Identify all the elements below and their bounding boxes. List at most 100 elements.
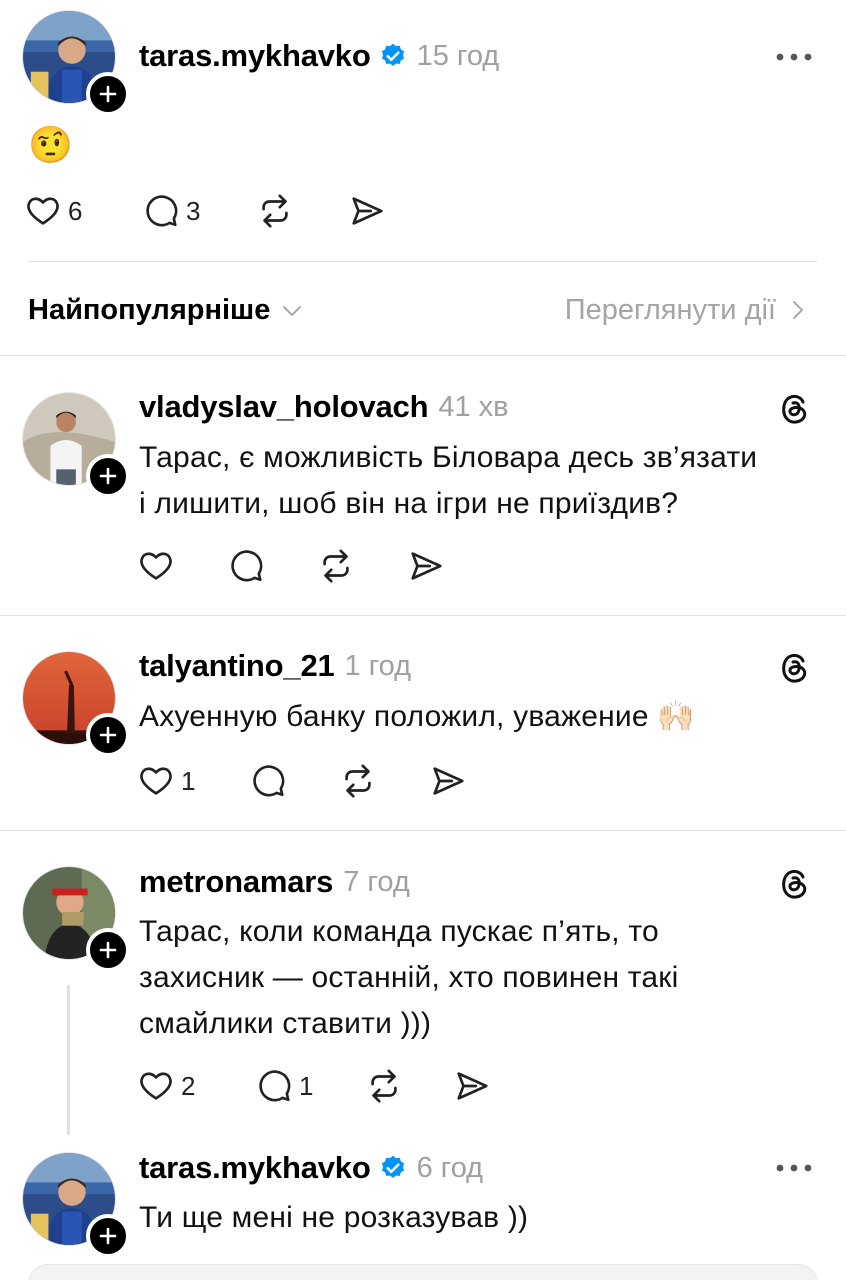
- comment-username[interactable]: talyantino_21: [139, 648, 335, 684]
- reply-button[interactable]: [227, 547, 317, 585]
- plus-icon: [99, 85, 117, 103]
- more-icon[interactable]: [774, 50, 814, 64]
- post-avatar-wrap[interactable]: [22, 10, 130, 116]
- heart-icon: [140, 767, 172, 795]
- send-icon: [352, 197, 383, 225]
- reply-count: 3: [186, 195, 201, 226]
- comment-text: Тарас, коли команда пускає п’ять, то зах…: [139, 909, 678, 1047]
- heart-icon: [140, 1072, 172, 1100]
- reply-header: taras.mykhavko 6 год: [139, 1150, 483, 1186]
- comment-line: і лишити, шоб він на ігри не приїздив?: [139, 487, 679, 520]
- thread-connector: [67, 985, 70, 1135]
- comment-actions: 1: [137, 762, 467, 800]
- more-icon[interactable]: [774, 1161, 814, 1175]
- view-activity-link[interactable]: Переглянути дії: [565, 294, 810, 327]
- sort-dropdown[interactable]: Найпопулярніше: [28, 294, 304, 327]
- follow-button[interactable]: [86, 454, 130, 498]
- post-time: 15 год: [416, 39, 500, 72]
- comment-line: Ахуенную банку положил, уважение 🙌🏻: [139, 700, 695, 733]
- heart-icon: [140, 552, 172, 580]
- reply-time: 6 год: [416, 1151, 484, 1184]
- sort-bar: Найпопулярніше Переглянути дії: [28, 290, 810, 330]
- comment-time: 7 год: [343, 865, 410, 898]
- like-button[interactable]: 2: [137, 1067, 255, 1105]
- comment-username[interactable]: vladyslav_holovach: [139, 389, 429, 425]
- comment-avatar-wrap[interactable]: [22, 651, 130, 757]
- comment-line: Тарас, коли команда пускає п’ять, то: [139, 915, 659, 948]
- sort-label: Найпопулярніше: [28, 293, 271, 326]
- comment-text: Тарас, є можливість Біловара десь зв’яза…: [139, 435, 757, 527]
- comment-icon: [259, 1070, 291, 1102]
- comment-time: 1 год: [344, 649, 412, 682]
- comment-time: 41 хв: [438, 390, 509, 423]
- heart-icon: [27, 197, 59, 225]
- send-icon: [457, 1072, 488, 1100]
- like-button[interactable]: 1: [137, 762, 249, 800]
- comment-actions: [137, 547, 445, 585]
- comment-icon: [231, 550, 263, 582]
- comment-icon: [253, 765, 285, 797]
- divider: [28, 261, 818, 262]
- reply-username[interactable]: taras.mykhavko: [139, 1150, 371, 1186]
- comment-line: Тарас, є можливість Біловара десь зв’яза…: [139, 441, 758, 474]
- reply-button[interactable]: 1: [255, 1067, 365, 1105]
- repost-icon: [345, 764, 371, 798]
- repost-icon: [262, 194, 288, 228]
- reply-button[interactable]: 3: [142, 192, 256, 230]
- repost-icon: [371, 1069, 397, 1103]
- share-button[interactable]: [429, 762, 467, 800]
- post-username[interactable]: taras.mykhavko: [139, 38, 371, 74]
- comment-line: захисник — останній, хто повинен такі: [139, 961, 679, 994]
- repost-button[interactable]: [256, 192, 348, 230]
- comment-avatar-wrap[interactable]: [22, 392, 130, 498]
- like-button[interactable]: 6: [24, 192, 142, 230]
- post-header: taras.mykhavko 15 год: [139, 38, 499, 74]
- follow-button[interactable]: [86, 1214, 130, 1258]
- view-activity-label: Переглянути дії: [564, 293, 776, 326]
- follow-button[interactable]: [86, 928, 130, 972]
- reply-composer[interactable]: [28, 1264, 818, 1280]
- like-count: 1: [181, 765, 196, 796]
- post-text: 🤨: [28, 124, 74, 165]
- chevron-right-icon: [793, 301, 803, 319]
- divider: [0, 355, 846, 356]
- repost-button[interactable]: [339, 762, 429, 800]
- plus-icon: [99, 1227, 117, 1245]
- plus-icon: [99, 726, 117, 744]
- threads-icon[interactable]: [776, 649, 812, 685]
- post-actions: 6 3: [24, 192, 386, 230]
- reply-button[interactable]: [249, 762, 339, 800]
- send-icon: [411, 552, 442, 580]
- comment-header: metronamars 7 год: [139, 864, 410, 900]
- reply-text: Ти ще мені не розказував )): [139, 1201, 529, 1234]
- follow-button[interactable]: [86, 72, 130, 116]
- threads-icon[interactable]: [776, 865, 812, 901]
- comment-header: talyantino_21 1 год: [139, 648, 411, 684]
- like-count: 6: [68, 195, 83, 226]
- repost-button[interactable]: [365, 1067, 453, 1105]
- comment-icon: [146, 195, 178, 227]
- verified-icon: [381, 43, 404, 66]
- reply-count: 1: [299, 1070, 314, 1101]
- like-button[interactable]: [137, 547, 227, 585]
- repost-icon: [323, 549, 349, 583]
- share-button[interactable]: [453, 1067, 491, 1105]
- share-button[interactable]: [348, 192, 386, 230]
- comment-username[interactable]: metronamars: [139, 864, 333, 900]
- chevron-down-icon: [283, 306, 302, 316]
- comment-line: смайлики ставити ))): [139, 1007, 432, 1040]
- follow-button[interactable]: [86, 713, 130, 757]
- comment-header: vladyslav_holovach 41 хв: [139, 389, 509, 425]
- send-icon: [433, 767, 464, 795]
- verified-icon: [381, 1155, 404, 1178]
- like-count: 2: [181, 1070, 196, 1101]
- repost-button[interactable]: [317, 547, 407, 585]
- comment-actions: 2 1: [137, 1067, 491, 1105]
- plus-icon: [99, 467, 117, 485]
- divider: [0, 615, 846, 616]
- comment-avatar-wrap[interactable]: [22, 866, 130, 972]
- comment-text: Ахуенную банку положил, уважение 🙌🏻: [139, 694, 695, 740]
- share-button[interactable]: [407, 547, 445, 585]
- threads-icon[interactable]: [776, 390, 812, 426]
- reply-avatar-wrap[interactable]: [22, 1152, 130, 1258]
